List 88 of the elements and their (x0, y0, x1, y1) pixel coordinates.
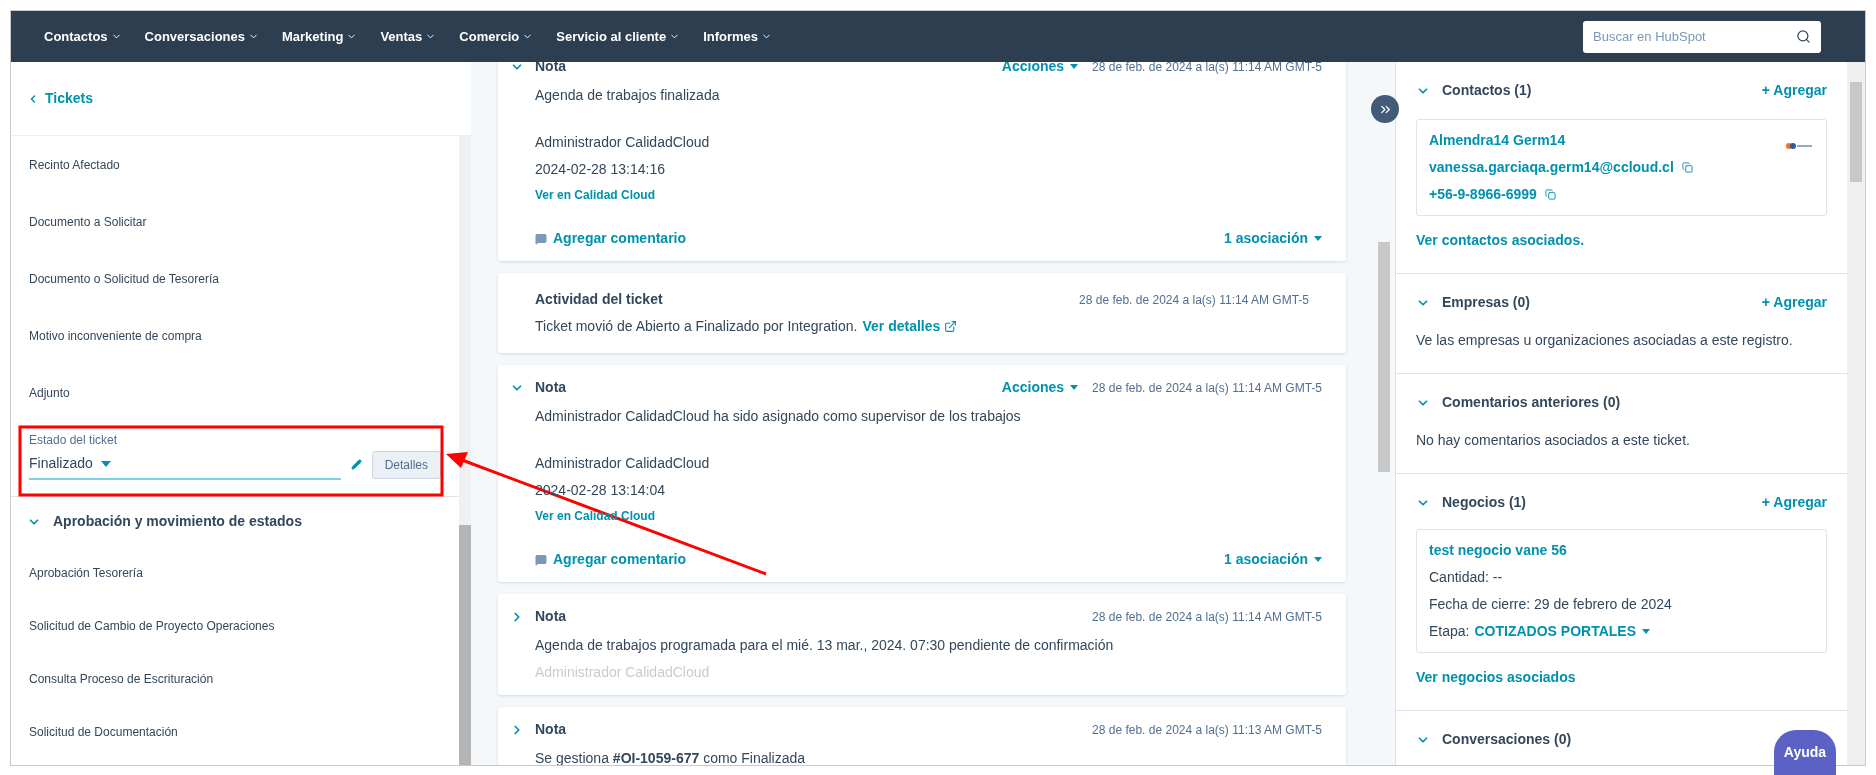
actions-dropdown[interactable]: Acciones (1001, 377, 1079, 398)
comment-icon (535, 553, 547, 566)
section-text: No hay comentarios asociados a este ticket. (1416, 431, 1691, 450)
details-button[interactable]: Detalles (371, 450, 441, 479)
property-label: Solicitud de Documentación (29, 723, 178, 741)
scrollbar[interactable] (1847, 62, 1865, 765)
view-contacts-link[interactable]: Ver contactos asociados. (1416, 230, 1585, 251)
view-link[interactable]: Ver en Calidad Cloud (535, 186, 656, 204)
faded-note-text: Administrador CalidadCloud (535, 663, 711, 682)
property-label: Consulta Proceso de Escrituración (29, 670, 214, 688)
help-button[interactable]: Ayuda (1774, 730, 1836, 775)
note-text: Administrador CalidadCloud ha sido asignado como supervisor de los trabajos (535, 407, 1022, 426)
status-dropdown[interactable]: Finalizado (29, 453, 341, 480)
view-link[interactable]: Ver en Calidad Cloud (535, 507, 656, 525)
note-timestamp: 2024-02-28 13:14:16 (535, 160, 666, 179)
caret-icon (1070, 64, 1079, 69)
stage-dropdown[interactable]: COTIZADOS PORTALES (1474, 621, 1650, 642)
add-link[interactable]: + Agregar (1761, 80, 1827, 101)
nav-menu-item[interactable]: Contactos (44, 26, 122, 47)
section-title: Aprobación y movimiento de estados (53, 512, 302, 531)
note-date: 28 de feb. de 2024 a la(s) 11:14 AM GMT-5 (1092, 379, 1322, 397)
scrollbar[interactable] (1378, 242, 1390, 472)
note-text: Agenda de trabajos programada para el mié. 13 mar., 2024. 07:30 pendiente de confirmación (535, 636, 1115, 655)
contact-email[interactable]: vanessa.garciaqa.germ14@ccloud.cl (1429, 157, 1674, 178)
section-title: Comentarios anteriores (0) (1442, 393, 1621, 412)
note-title: Nota (535, 62, 567, 76)
copy-icon[interactable] (1681, 162, 1693, 173)
details-link[interactable]: Ver detalles (862, 316, 941, 337)
note-title: Nota (535, 607, 567, 626)
section-title: Contactos (1) (1442, 81, 1532, 100)
deal-name[interactable]: test negocio vane 56 (1429, 540, 1567, 561)
note-date: 28 de feb. de 2024 a la(s) 11:14 AM GMT-5 (1092, 62, 1322, 76)
search-field[interactable]: Buscar en HubSpot (1583, 20, 1821, 53)
section-title: Empresas (0) (1442, 293, 1530, 312)
expand-panel-button[interactable] (1371, 95, 1399, 123)
note-date: 28 de feb. de 2024 a la(s) 11:14 AM GMT-5 (1092, 608, 1322, 626)
add-link[interactable]: + Agregar (1761, 292, 1827, 313)
add-link[interactable]: + Agregar (1761, 492, 1827, 513)
note-text: Se gestiona #OI-1059-677 como Finalizada (535, 749, 807, 765)
note-author: Administrador CalidadCloud (535, 133, 711, 152)
nav-menu-item[interactable]: Marketing (282, 26, 358, 47)
note-date: 28 de feb. de 2024 a la(s) 11:13 AM GMT-5 (1092, 721, 1322, 739)
contact-phone[interactable]: +56-9-8966-6999 (1429, 184, 1537, 205)
scrollbar[interactable] (459, 136, 471, 765)
deal-detail: Cantidad: -- (1429, 568, 1504, 587)
associations-dropdown[interactable]: 1 asociación (1223, 549, 1322, 570)
contact-name[interactable]: Almendra14 Germ14 (1429, 130, 1566, 151)
note-author: Administrador CalidadCloud (535, 454, 711, 473)
activity-date: 28 de feb. de 2024 a la(s) 11:14 AM GMT-5 (1079, 291, 1309, 309)
section-text: Ve las empresas u organizaciones asociadas a este registro. (1416, 331, 1794, 350)
back-link[interactable]: Tickets (27, 88, 93, 109)
nav-menu-item[interactable]: Conversaciones (144, 26, 259, 47)
company-logo-icon (1786, 142, 1812, 150)
associations-dropdown[interactable]: 1 asociación (1223, 228, 1322, 249)
property-label: Recinto Afectado (29, 157, 120, 174)
add-comment-button[interactable]: Agregar comentario (535, 549, 687, 570)
section-title: Negocios (1) (1442, 493, 1526, 512)
nav-menu-item[interactable]: Informes (703, 26, 773, 47)
property-label: Documento o Solicitud de Tesorería (29, 271, 219, 288)
property-label: Adjunto (29, 385, 70, 402)
nav-menu-item[interactable]: Ventas (380, 26, 437, 47)
property-label: Aprobación Tesorería (29, 564, 143, 582)
note-text: Agenda de trabajos finalizada (535, 86, 721, 105)
property-label: Solicitud de Cambio de Proyecto Operaciones (29, 617, 275, 635)
caret-icon (1314, 557, 1322, 562)
copy-icon[interactable] (1544, 189, 1556, 200)
property-label: Estado del ticket (29, 432, 118, 449)
activity-title: Actividad del ticket (535, 290, 663, 309)
stage-label: Etapa: (1429, 622, 1470, 641)
property-label: Documento a Solicitar (29, 214, 147, 231)
comment-icon (535, 232, 547, 245)
nav-menu-item[interactable]: Comercio (459, 26, 534, 47)
add-comment-button[interactable]: Agregar comentario (535, 228, 687, 249)
note-title: Nota (535, 378, 567, 397)
nav-menu-item[interactable]: Servicio al cliente (556, 26, 681, 47)
caret-icon (1070, 385, 1079, 390)
section-title: Conversaciones (0) (1442, 730, 1572, 749)
external-link-icon (944, 320, 958, 333)
caret-icon (100, 460, 111, 467)
property-label: Motivo inconveniente de compra (29, 328, 202, 345)
view-deals-link[interactable]: Ver negocios asociados (1416, 667, 1576, 688)
caret-icon (1314, 236, 1322, 241)
activity-text: Ticket movió de Abierto a Finalizado por Integration. (535, 317, 858, 336)
note-title: Nota (535, 720, 567, 739)
search-icon[interactable] (1796, 28, 1811, 44)
caret-icon (1642, 629, 1650, 634)
edit-icon[interactable] (350, 459, 362, 470)
deal-detail: Fecha de cierre: 29 de febrero de 2024 (1429, 595, 1673, 614)
